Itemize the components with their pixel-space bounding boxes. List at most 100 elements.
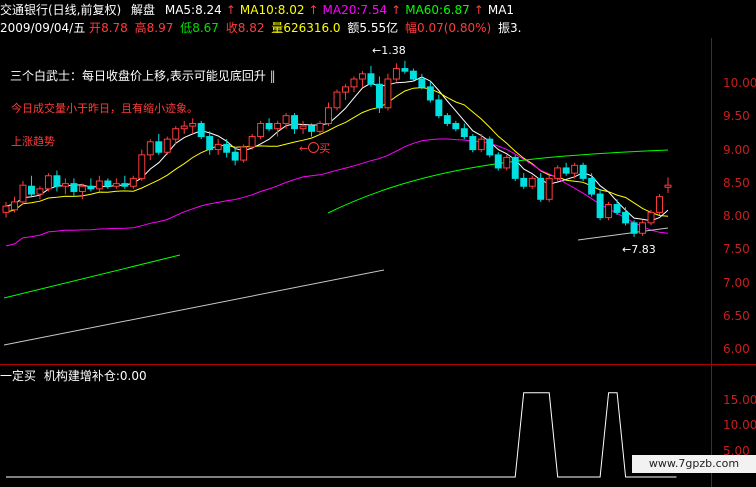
candle-body	[571, 164, 579, 174]
candle-body	[214, 143, 222, 151]
amplitude-value: 3.	[510, 21, 522, 35]
high-arrow-icon: ←	[372, 44, 382, 57]
candle-body	[613, 204, 621, 213]
candle-body	[231, 151, 239, 161]
price-tick-label: 8.00	[723, 209, 750, 223]
candle-body	[562, 167, 570, 174]
price-tick-label: 7.50	[723, 242, 750, 257]
price-tick-label: 6.00	[723, 342, 750, 356]
candle-body	[87, 185, 95, 190]
volume-label: 量	[271, 21, 284, 35]
candle-body	[503, 156, 511, 169]
buy-arrow-icon: ←	[299, 142, 309, 155]
candle-body	[460, 128, 468, 138]
candle-body	[36, 188, 44, 195]
candle-body	[418, 78, 426, 88]
candle-body	[274, 122, 282, 130]
low-marker-label: 7.83	[631, 243, 656, 256]
candle-body	[452, 122, 460, 130]
candle-body	[112, 183, 120, 187]
ma-legend-item: MA5:8.24	[164, 3, 222, 17]
change-value: 0.07(0.80%)	[417, 21, 492, 35]
price-tick-label: 9.00	[723, 142, 750, 157]
low-arrow-icon: ←	[622, 243, 632, 256]
candle-body	[605, 204, 613, 219]
candle-body	[656, 196, 663, 213]
ma120-line-late	[577, 227, 669, 241]
candle-body	[299, 125, 307, 130]
candle-body	[11, 201, 18, 211]
close-value: 8.82	[237, 21, 265, 35]
ma-legend-item: MA10:8.02	[239, 3, 305, 17]
candle-body	[146, 141, 154, 156]
open-label: 开	[89, 21, 102, 35]
candle-body	[172, 128, 180, 140]
watermark-text: www.7gpzb.com	[648, 457, 740, 470]
buy-circle-icon	[308, 142, 320, 153]
price-tick-label: 7.00	[723, 275, 750, 290]
open-value: 8.78	[101, 21, 128, 35]
high-value: 8.97	[146, 21, 174, 35]
candle-body	[426, 86, 434, 101]
candle-body	[257, 122, 265, 138]
indicator-tick-label: 15.00	[723, 392, 756, 407]
candle-body	[129, 177, 137, 187]
three-soldiers-text: 三个白武士：每日收盘价上移,表示可能见底回升	[10, 69, 266, 83]
amount-label: 额	[347, 21, 360, 35]
candle-body	[2, 205, 10, 213]
view-mode-label[interactable]: 解盘	[131, 3, 155, 17]
high-marker-label: 1.38	[381, 44, 406, 57]
ma-arrow-icon: ↑	[473, 3, 484, 17]
ma60-line-early	[3, 254, 181, 299]
ma120-line	[3, 269, 385, 346]
candle-body	[95, 180, 103, 190]
ma-legend: MA5:8.24 ↑ MA10:8.02 ↑ MA20:7.54 ↑ MA60:6.87 ↑ M…	[165, 3, 518, 17]
price-tick-label: 8.50	[723, 175, 750, 190]
candle-body	[520, 177, 528, 187]
candle-body	[138, 154, 146, 179]
candle-body	[435, 99, 443, 117]
three-soldiers-note: 三个白武士：每日收盘价上移,表示可能见底回升 ‖	[6, 64, 280, 87]
ma-legend-item: MA60:6.87	[405, 3, 470, 17]
amplitude-label: 振	[498, 21, 511, 35]
candle-body	[44, 175, 52, 190]
candle-body	[545, 177, 553, 200]
indicator-line	[6, 392, 677, 478]
amount-value: 5.55亿	[359, 21, 399, 35]
candle-body	[630, 222, 638, 234]
buy-marker-label: 买	[319, 142, 331, 155]
candle-body	[664, 184, 672, 188]
candle-body	[316, 122, 324, 132]
candle-body	[511, 156, 519, 179]
candle-body	[163, 138, 171, 153]
buy-signal-marker[interactable]: ← 买	[299, 140, 330, 156]
candle-body	[554, 167, 562, 179]
right-axis-line	[711, 38, 712, 364]
candle-body	[240, 146, 248, 161]
candle-body	[180, 125, 188, 130]
candle-body	[384, 78, 392, 109]
quote-date: 2009/09/04/五	[0, 21, 86, 35]
candle-body	[579, 164, 587, 179]
indicator-chart[interactable]	[0, 365, 712, 487]
candle-body	[53, 175, 61, 187]
candle-body	[528, 177, 536, 187]
candle-body	[647, 211, 655, 224]
stock-title: 交通银行(日线,前复权)	[0, 3, 122, 17]
trend-note: 上涨趋势	[11, 135, 55, 148]
candle-body	[375, 83, 383, 109]
chart-header: 交通银行(日线,前复权) 解盘 MA5:8.24 ↑ MA10:8.02 ↑ MA20:…	[0, 2, 518, 19]
candle-body	[588, 177, 596, 195]
candle-body	[70, 183, 78, 192]
candle-body	[367, 73, 375, 85]
low-marker: ←7.83	[622, 243, 656, 256]
ma-arrow-icon: ↑	[225, 3, 236, 17]
ma-arrow-icon: ↑	[308, 3, 319, 17]
price-tick-label: 6.50	[723, 308, 750, 323]
high-label: 高	[134, 21, 147, 35]
candle-body	[19, 184, 27, 203]
candle-body	[265, 122, 273, 130]
candle-body	[333, 91, 341, 109]
change-label: 幅	[404, 21, 417, 35]
candle-body	[477, 138, 485, 151]
